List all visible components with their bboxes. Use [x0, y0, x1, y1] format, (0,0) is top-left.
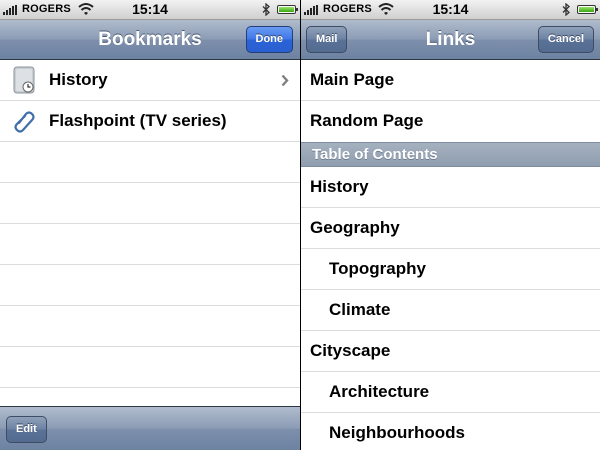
status-bar: ROGERS 15:14 [0, 0, 300, 20]
bookmarks-list: History Flashpoint (TV series) [0, 60, 300, 450]
link-random-page[interactable]: Random Page [301, 101, 600, 142]
toc-item-climate[interactable]: Climate [301, 290, 600, 331]
empty-row [0, 347, 300, 388]
chevron-right-icon [281, 74, 289, 87]
bookmark-item-flashpoint[interactable]: Flashpoint (TV series) [0, 101, 300, 142]
section-header-label: Table of Contents [312, 146, 438, 163]
toc-label: Architecture [329, 382, 430, 401]
toc-item-geography[interactable]: Geography [301, 208, 600, 249]
bluetooth-icon [262, 3, 270, 16]
navigation-bar: Mail Links Cancel [301, 20, 600, 60]
toc-label: Topography [329, 259, 426, 278]
status-bar: ROGERS 15:14 [301, 0, 600, 20]
bookmarks-screen: ROGERS 15:14 Bookmarks Done History Flas… [0, 0, 300, 450]
toc-label: History [310, 177, 369, 196]
toc-item-cityscape[interactable]: Cityscape [301, 331, 600, 372]
status-time: 15:14 [132, 1, 168, 17]
done-button[interactable]: Done [245, 26, 293, 53]
empty-row [0, 224, 300, 265]
empty-row [0, 306, 300, 347]
bookmark-folder-history[interactable]: History [0, 60, 300, 101]
link-label: Random Page [310, 111, 424, 130]
navigation-bar: Bookmarks Done [0, 20, 300, 60]
link-main-page[interactable]: Main Page [301, 60, 600, 101]
toc-label: Climate [329, 300, 391, 319]
toc-label: Neighbourhoods [329, 423, 465, 442]
links-screen: ROGERS 15:14 Mail Links Cancel Main Page… [301, 0, 600, 450]
toc-item-architecture[interactable]: Architecture [301, 372, 600, 413]
toc-label: Cityscape [310, 341, 391, 360]
bluetooth-icon [562, 3, 570, 16]
toc-item-topography[interactable]: Topography [301, 249, 600, 290]
folder-icon [13, 66, 35, 94]
toc-item-history[interactable]: History [301, 167, 600, 208]
battery-icon [577, 5, 598, 14]
link-label: Main Page [310, 70, 395, 89]
edit-button[interactable]: Edit [6, 416, 47, 443]
empty-row [0, 265, 300, 306]
cancel-button[interactable]: Cancel [537, 26, 594, 53]
battery-icon [277, 5, 298, 14]
paperclip-icon [14, 111, 35, 133]
section-header-table-of-contents: Table of Contents [301, 142, 600, 167]
toc-item-neighbourhoods[interactable]: Neighbourhoods [301, 413, 600, 450]
status-time: 15:14 [432, 1, 469, 17]
empty-row [0, 142, 300, 183]
empty-row [0, 183, 300, 224]
bookmark-label: History [49, 70, 108, 89]
links-list: Main Page Random Page Table of Contents … [301, 60, 600, 450]
toc-label: Geography [310, 218, 400, 237]
bottom-toolbar: Edit [0, 406, 300, 450]
bookmark-label: Flashpoint (TV series) [49, 111, 227, 130]
